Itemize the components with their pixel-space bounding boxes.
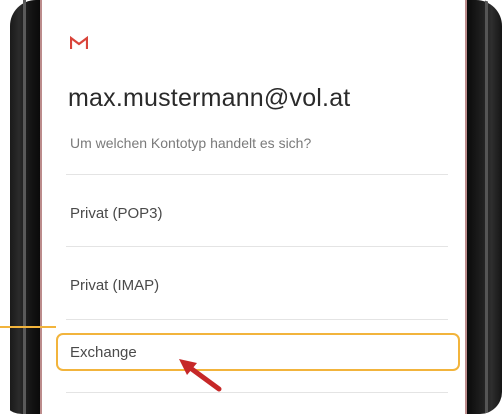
callout-line — [0, 326, 56, 328]
divider — [66, 174, 448, 175]
phone-screenshot: max.mustermann@vol.at Um welchen Kontoty… — [0, 0, 502, 414]
page-background — [0, 0, 10, 414]
screen-edge-left — [40, 0, 42, 414]
bezel-highlight-right — [485, 0, 488, 414]
red-arrow-icon — [179, 359, 222, 392]
divider — [66, 246, 448, 247]
account-email: max.mustermann@vol.at — [68, 84, 351, 112]
divider — [66, 319, 448, 320]
divider — [66, 392, 448, 393]
bezel-highlight-left — [23, 0, 26, 414]
account-type-question: Um welchen Kontotyp handelt es sich? — [70, 135, 312, 151]
option-privat-imap[interactable]: Privat (IMAP) — [70, 277, 159, 294]
option-exchange[interactable]: Exchange — [70, 344, 137, 361]
option-privat-pop3[interactable]: Privat (POP3) — [70, 205, 163, 222]
gmail-icon — [70, 36, 88, 49]
